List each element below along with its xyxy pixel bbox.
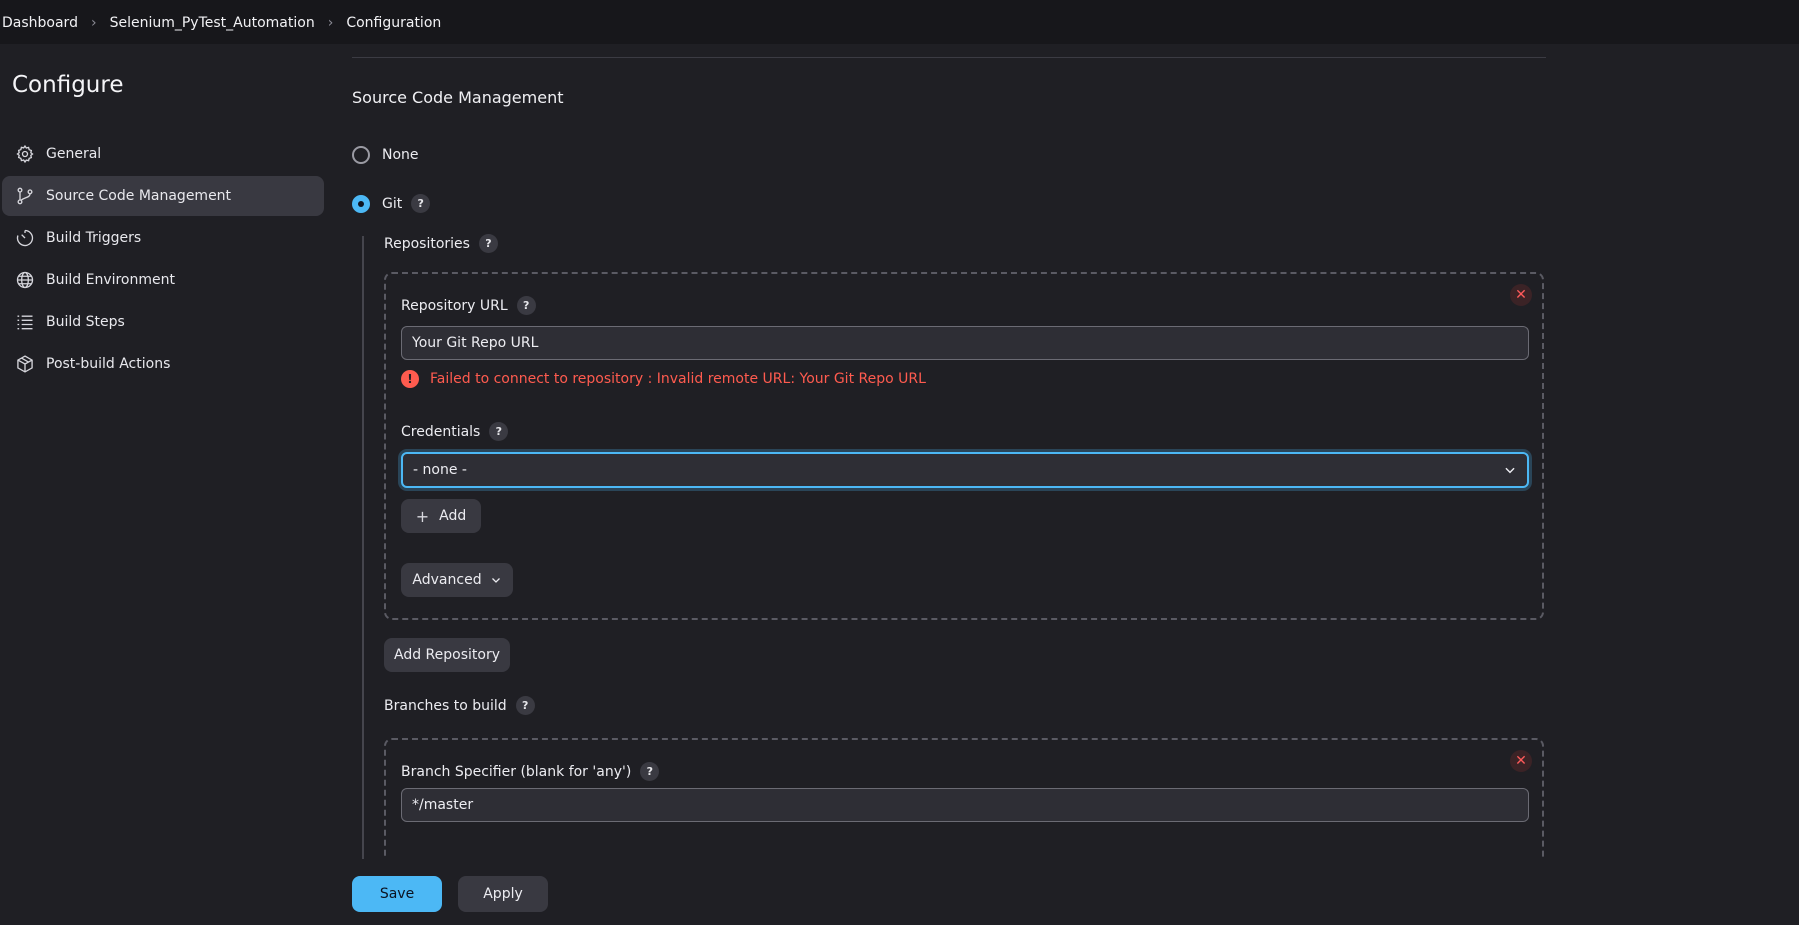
branches-label-text: Branches to build bbox=[384, 697, 507, 714]
save-button[interactable]: Save bbox=[352, 876, 442, 912]
repository-error-message: ! Failed to connect to repository : Inva… bbox=[401, 370, 926, 388]
sidebar-item-build-steps[interactable]: Build Steps bbox=[2, 302, 324, 342]
git-branch-icon bbox=[14, 185, 36, 207]
remove-branch-close-icon[interactable]: ✕ bbox=[1510, 750, 1532, 772]
sidebar-item-label: General bbox=[46, 146, 102, 162]
git-section-rule bbox=[362, 236, 364, 859]
sidebar-item-build-triggers[interactable]: Build Triggers bbox=[2, 218, 324, 258]
help-icon[interactable]: ? bbox=[515, 696, 535, 715]
sidebar-item-post-build-actions[interactable]: Post-build Actions bbox=[2, 344, 324, 384]
radio-none[interactable] bbox=[352, 146, 370, 164]
breadcrumb-job[interactable]: Selenium_PyTest_Automation bbox=[110, 15, 315, 31]
advanced-button[interactable]: Advanced bbox=[401, 563, 513, 597]
credentials-label-text: Credentials bbox=[401, 423, 481, 440]
branch-specifier-label: Branch Specifier (blank for 'any') ? bbox=[401, 762, 660, 781]
help-icon[interactable]: ? bbox=[411, 194, 431, 213]
sidebar-item-label: Build Steps bbox=[46, 314, 125, 330]
breadcrumb-configuration[interactable]: Configuration bbox=[346, 15, 441, 31]
sidebar-item-label: Build Triggers bbox=[46, 230, 142, 246]
repository-box: ✕ Repository URL ? Your Git Repo URL ! F… bbox=[384, 272, 1544, 620]
sidebar-item-build-environment[interactable]: Build Environment bbox=[2, 260, 324, 300]
list-icon bbox=[14, 311, 36, 333]
help-icon[interactable]: ? bbox=[516, 296, 536, 315]
credentials-select[interactable]: - none - bbox=[401, 452, 1529, 488]
section-title: Source Code Management bbox=[352, 88, 564, 107]
main-content: Source Code Management None Git ? Reposi… bbox=[352, 44, 1548, 888]
radio-label-git: Git bbox=[382, 195, 403, 212]
help-icon[interactable]: ? bbox=[640, 762, 660, 781]
add-repository-label: Add Repository bbox=[394, 647, 500, 663]
branches-label: Branches to build ? bbox=[384, 696, 535, 715]
apply-button[interactable]: Apply bbox=[458, 876, 548, 912]
sidebar-item-source-code-management[interactable]: Source Code Management bbox=[2, 176, 324, 216]
chevron-down-icon bbox=[1503, 463, 1517, 477]
top-bar: Dashboard › Selenium_PyTest_Automation ›… bbox=[0, 0, 1799, 44]
repositories-label: Repositories ? bbox=[384, 234, 498, 253]
sidebar-item-label: Post-build Actions bbox=[46, 356, 171, 372]
gear-icon bbox=[14, 143, 36, 165]
sidebar-title: Configure bbox=[12, 72, 124, 98]
error-text: Failed to connect to repository : Invali… bbox=[430, 371, 926, 387]
timer-icon bbox=[14, 227, 36, 249]
sidebar-nav: General Source Code Management Build Tri… bbox=[0, 134, 325, 386]
scm-option-none[interactable]: None bbox=[352, 146, 419, 164]
scm-option-git[interactable]: Git ? bbox=[352, 194, 431, 213]
sidebar-item-general[interactable]: General bbox=[2, 134, 324, 174]
radio-label-none: None bbox=[382, 147, 419, 163]
sidebar-item-label: Build Environment bbox=[46, 272, 175, 288]
sidebar-item-label: Source Code Management bbox=[46, 188, 232, 204]
breadcrumb-separator-icon: › bbox=[327, 15, 334, 31]
add-repository-button[interactable]: Add Repository bbox=[384, 638, 510, 672]
help-icon[interactable]: ? bbox=[489, 422, 509, 441]
repository-url-label-text: Repository URL bbox=[401, 297, 508, 314]
repository-url-label: Repository URL ? bbox=[401, 296, 536, 315]
branch-specifier-value: */master bbox=[412, 797, 474, 813]
repository-url-value: Your Git Repo URL bbox=[412, 335, 539, 351]
add-button-label: Add bbox=[439, 508, 467, 524]
breadcrumb-separator-icon: › bbox=[90, 15, 97, 31]
credentials-selected-value: - none - bbox=[413, 462, 467, 478]
help-icon[interactable]: ? bbox=[478, 234, 498, 253]
remove-repository-close-icon[interactable]: ✕ bbox=[1510, 284, 1532, 306]
credentials-label: Credentials ? bbox=[401, 422, 509, 441]
branch-specifier-input[interactable]: */master bbox=[401, 788, 1529, 822]
advanced-button-label: Advanced bbox=[412, 572, 482, 588]
error-icon: ! bbox=[401, 370, 419, 388]
package-icon bbox=[14, 353, 36, 375]
breadcrumb-dashboard[interactable]: Dashboard bbox=[2, 15, 78, 31]
repositories-label-text: Repositories bbox=[384, 235, 470, 252]
plus-icon: + bbox=[415, 506, 430, 526]
chevron-down-icon bbox=[490, 574, 502, 586]
repository-url-input[interactable]: Your Git Repo URL bbox=[401, 326, 1529, 360]
breadcrumb: Dashboard › Selenium_PyTest_Automation ›… bbox=[0, 13, 441, 31]
radio-git[interactable] bbox=[352, 194, 370, 213]
branch-specifier-label-text: Branch Specifier (blank for 'any') bbox=[401, 763, 632, 780]
bottom-action-bar: Save Apply bbox=[330, 859, 1630, 925]
globe-icon bbox=[14, 269, 36, 291]
divider bbox=[352, 57, 1546, 58]
add-credentials-button[interactable]: + Add bbox=[401, 499, 481, 533]
